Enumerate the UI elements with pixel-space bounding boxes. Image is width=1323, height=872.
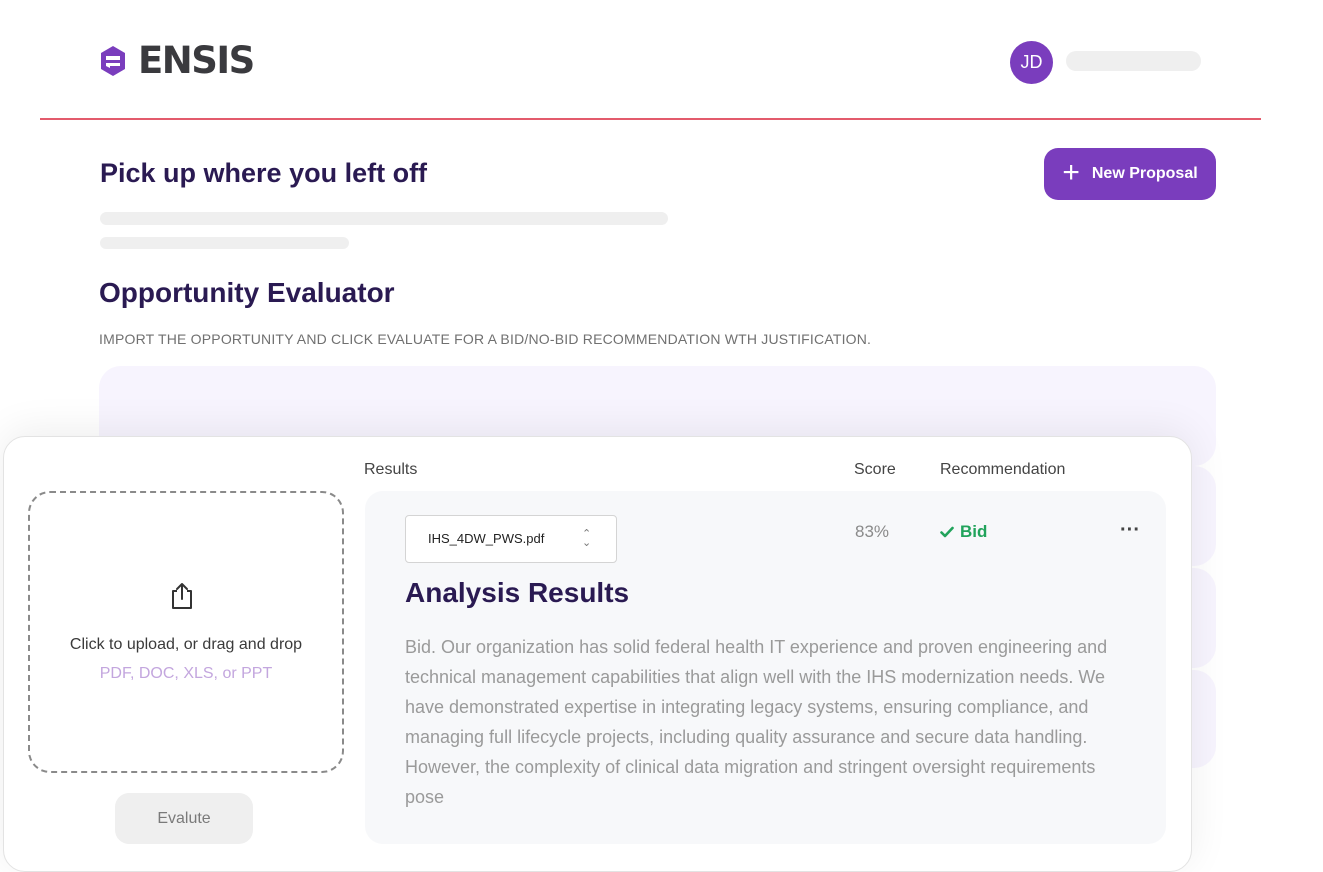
new-proposal-label: New Proposal: [1091, 165, 1198, 182]
upload-file-types: PDF, DOC, XLS, or PPT: [99, 665, 273, 682]
analysis-text: Bid. Our organization has solid federal …: [405, 637, 1108, 807]
more-options-icon[interactable]: ···: [1120, 519, 1140, 542]
results-column-header: Results: [364, 461, 418, 478]
upload-dropzone[interactable]: [28, 491, 344, 773]
check-icon: [940, 526, 954, 538]
user-name-placeholder: [1066, 51, 1201, 71]
resume-section-title: Pick up where you left off: [100, 158, 428, 188]
ensis-logo[interactable]: ENSIS: [100, 39, 255, 82]
file-select-value: IHS_4DW_PWS.pdf: [428, 531, 545, 546]
recommendation-column-header: Recommendation: [940, 461, 1066, 478]
brand-name: ENSIS: [138, 39, 255, 82]
score-column-header: Score: [854, 461, 896, 478]
recommendation-badge: Bid: [940, 522, 987, 542]
analysis-title: Analysis Results: [405, 577, 630, 608]
results-panel: IHS_4DW_PWS.pdf ⌃ ⌄ 83% Bid ··· Analysis …: [365, 491, 1166, 844]
evaluator-subtitle: IMPORT THE OPPORTUNITY AND CLICK EVALUAT…: [99, 331, 872, 347]
header-divider: [40, 118, 1261, 120]
resume-placeholder-line: [100, 212, 668, 225]
resume-placeholder-line: [100, 237, 349, 249]
user-avatar[interactable]: JD: [1010, 41, 1053, 84]
recommendation-label: Bid: [960, 522, 988, 541]
chevron-up-down-icon: ⌃ ⌄: [582, 528, 592, 549]
evaluator-title: Opportunity Evaluator: [99, 277, 395, 308]
new-proposal-button[interactable]: + New Proposal: [1044, 148, 1216, 200]
ensis-logo-icon: [101, 46, 125, 76]
evaluate-button[interactable]: Evalute: [115, 793, 253, 844]
upload-prompt: Click to upload, or drag and drop: [69, 636, 303, 653]
file-select[interactable]: IHS_4DW_PWS.pdf ⌃ ⌄: [405, 515, 617, 563]
plus-icon: +: [1062, 156, 1080, 189]
evaluator-card: Click to upload, or drag and drop PDF, D…: [3, 436, 1192, 872]
upload-icon: [172, 583, 192, 609]
score-value: 83%: [855, 522, 890, 541]
